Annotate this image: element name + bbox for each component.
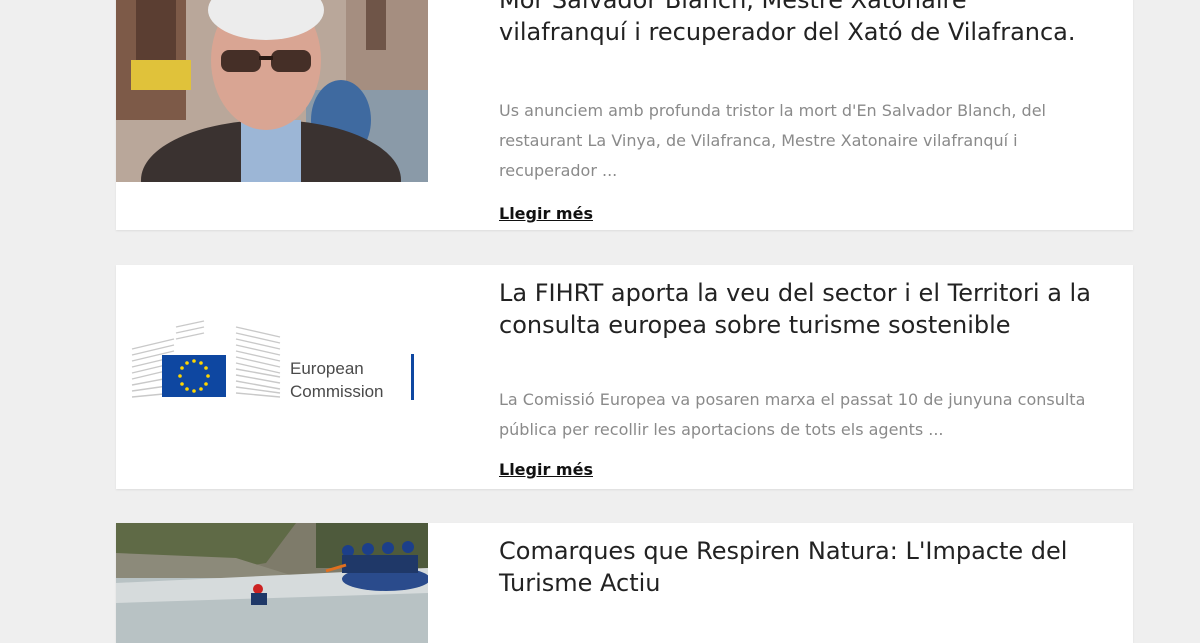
article-title[interactable]: La FIHRT aporta la veu del sector i el T… (499, 277, 1099, 341)
article-excerpt: La Comissió Europea va posaren marxa el … (499, 390, 1086, 439)
article-title[interactable]: Mor Salvador Blanch, Mestre Xatonaire vi… (499, 0, 1099, 48)
european-commission-logo: European Commission (131, 320, 414, 401)
article-image[interactable] (116, 0, 428, 182)
rafting-photo (116, 523, 428, 643)
article-title[interactable]: Comarques que Respiren Natura: L'Impacte… (499, 535, 1099, 599)
portrait-photo (116, 0, 428, 182)
article-card: Mor Salvador Blanch, Mestre Xatonaire vi… (116, 0, 1133, 230)
article-card: Comarques que Respiren Natura: L'Impacte… (116, 523, 1133, 643)
svg-text:Commission: Commission (290, 382, 384, 401)
article-image[interactable] (116, 523, 428, 643)
article-card: European Commission La FIHRT aporta la v… (116, 265, 1133, 489)
read-more-link[interactable]: Llegir més (499, 204, 593, 223)
article-image[interactable]: European Commission (116, 265, 428, 489)
svg-text:European: European (290, 359, 364, 378)
read-more-link[interactable]: Llegir més (499, 460, 593, 479)
article-excerpt: Us anunciem amb profunda tristor la mort… (499, 101, 1046, 180)
